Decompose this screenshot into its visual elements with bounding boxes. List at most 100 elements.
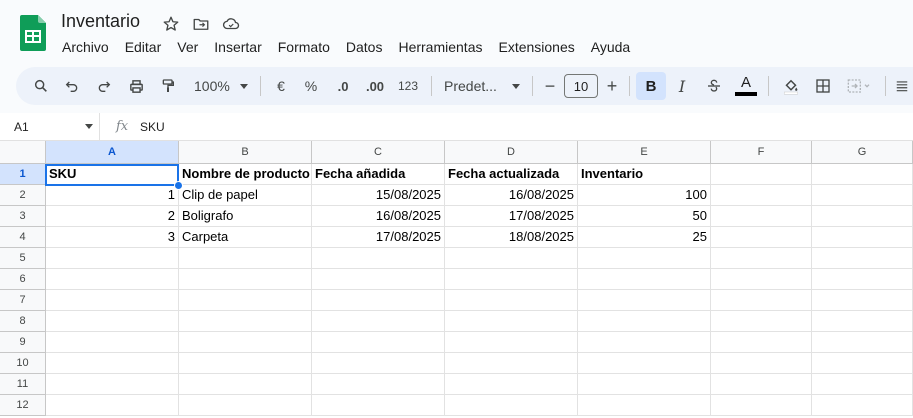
cell-e4[interactable]: 25 xyxy=(578,227,711,248)
cell-f9[interactable] xyxy=(711,332,812,353)
text-color-button[interactable]: A xyxy=(730,72,762,100)
fill-handle[interactable] xyxy=(174,181,183,190)
cell-g6[interactable] xyxy=(812,269,913,290)
cell-a8[interactable] xyxy=(46,311,179,332)
menu-extensiones[interactable]: Extensiones xyxy=(490,37,582,57)
cell-c1[interactable]: Fecha añadida xyxy=(312,164,445,185)
fill-color-icon[interactable] xyxy=(775,72,807,100)
cell-c2[interactable]: 15/08/2025 xyxy=(312,185,445,206)
cell-a3[interactable]: 2 xyxy=(46,206,179,227)
print-icon[interactable] xyxy=(120,72,152,100)
cell-c10[interactable] xyxy=(312,353,445,374)
cell-a6[interactable] xyxy=(46,269,179,290)
cell-e11[interactable] xyxy=(578,374,711,395)
sheets-logo-icon[interactable] xyxy=(20,15,46,51)
document-title[interactable]: Inventario xyxy=(61,11,140,32)
cell-g8[interactable] xyxy=(812,311,913,332)
cell-d1[interactable]: Fecha actualizada xyxy=(445,164,578,185)
menu-ayuda[interactable]: Ayuda xyxy=(583,37,638,57)
column-header-g[interactable]: G xyxy=(812,141,913,164)
row-header[interactable]: 12 xyxy=(0,395,46,416)
cell-b11[interactable] xyxy=(179,374,312,395)
cell-f6[interactable] xyxy=(711,269,812,290)
redo-icon[interactable] xyxy=(88,72,120,100)
font-size-input[interactable]: 10 xyxy=(564,74,598,98)
cell-e7[interactable] xyxy=(578,290,711,311)
row-header[interactable]: 9 xyxy=(0,332,46,353)
undo-icon[interactable] xyxy=(56,72,88,100)
cell-g5[interactable] xyxy=(812,248,913,269)
cell-b4[interactable]: Carpeta xyxy=(179,227,312,248)
cell-b1[interactable]: Nombre de producto xyxy=(179,164,312,185)
row-header[interactable]: 8 xyxy=(0,311,46,332)
menu-datos[interactable]: Datos xyxy=(338,37,391,57)
cell-d8[interactable] xyxy=(445,311,578,332)
row-header[interactable]: 3 xyxy=(0,206,46,227)
menu-editar[interactable]: Editar xyxy=(117,37,170,57)
cell-f8[interactable] xyxy=(711,311,812,332)
column-header-d[interactable]: D xyxy=(445,141,578,164)
cell-g10[interactable] xyxy=(812,353,913,374)
cell-d10[interactable] xyxy=(445,353,578,374)
cell-g3[interactable] xyxy=(812,206,913,227)
strikethrough-icon[interactable] xyxy=(698,72,730,100)
cell-g7[interactable] xyxy=(812,290,913,311)
italic-button[interactable]: I xyxy=(666,72,698,100)
menu-ver[interactable]: Ver xyxy=(169,37,206,57)
cell-d9[interactable] xyxy=(445,332,578,353)
star-icon[interactable] xyxy=(160,13,182,35)
cell-d7[interactable] xyxy=(445,290,578,311)
percent-format-button[interactable]: % xyxy=(295,72,327,100)
borders-icon[interactable] xyxy=(807,72,839,100)
cell-f5[interactable] xyxy=(711,248,812,269)
search-icon[interactable] xyxy=(26,72,56,100)
cell-b6[interactable] xyxy=(179,269,312,290)
currency-format-button[interactable]: € xyxy=(267,72,295,100)
cell-c5[interactable] xyxy=(312,248,445,269)
cell-b2[interactable]: Clip de papel xyxy=(179,185,312,206)
cell-a1[interactable]: SKU xyxy=(46,164,179,185)
menu-insertar[interactable]: Insertar xyxy=(206,37,269,57)
cell-d5[interactable] xyxy=(445,248,578,269)
cell-e9[interactable] xyxy=(578,332,711,353)
increase-font-size-button[interactable]: + xyxy=(601,72,623,100)
cell-d12[interactable] xyxy=(445,395,578,416)
number-format-button[interactable]: 123 xyxy=(391,72,425,100)
cell-e1[interactable]: Inventario xyxy=(578,164,711,185)
row-header[interactable]: 11 xyxy=(0,374,46,395)
menu-formato[interactable]: Formato xyxy=(270,37,338,57)
column-header-f[interactable]: F xyxy=(711,141,812,164)
cell-b8[interactable] xyxy=(179,311,312,332)
cell-f12[interactable] xyxy=(711,395,812,416)
name-box[interactable]: A1 xyxy=(0,112,100,141)
row-header[interactable]: 7 xyxy=(0,290,46,311)
move-folder-icon[interactable] xyxy=(190,13,212,35)
row-header[interactable]: 1 xyxy=(0,164,46,185)
column-header-e[interactable]: E xyxy=(578,141,711,164)
cell-a10[interactable] xyxy=(46,353,179,374)
cell-f3[interactable] xyxy=(711,206,812,227)
cell-d2[interactable]: 16/08/2025 xyxy=(445,185,578,206)
cell-d11[interactable] xyxy=(445,374,578,395)
cell-f1[interactable] xyxy=(711,164,812,185)
cell-b12[interactable] xyxy=(179,395,312,416)
formula-input[interactable]: SKU xyxy=(140,120,165,134)
cell-b7[interactable] xyxy=(179,290,312,311)
cell-e5[interactable] xyxy=(578,248,711,269)
cell-b9[interactable] xyxy=(179,332,312,353)
cell-g4[interactable] xyxy=(812,227,913,248)
align-icon[interactable] xyxy=(892,72,912,100)
cell-f4[interactable] xyxy=(711,227,812,248)
cell-c4[interactable]: 17/08/2025 xyxy=(312,227,445,248)
cell-g2[interactable] xyxy=(812,185,913,206)
cell-e2[interactable]: 100 xyxy=(578,185,711,206)
cell-g12[interactable] xyxy=(812,395,913,416)
cell-c7[interactable] xyxy=(312,290,445,311)
row-header[interactable]: 10 xyxy=(0,353,46,374)
cell-f7[interactable] xyxy=(711,290,812,311)
column-header-b[interactable]: B xyxy=(179,141,312,164)
spreadsheet-grid[interactable]: A B C D E F G 1 2 3 4 5 6 7 8 9 10 11 12… xyxy=(0,141,913,418)
decrease-decimal-button[interactable]: .0 xyxy=(327,72,359,100)
row-header[interactable]: 2 xyxy=(0,185,46,206)
row-header[interactable]: 5 xyxy=(0,248,46,269)
